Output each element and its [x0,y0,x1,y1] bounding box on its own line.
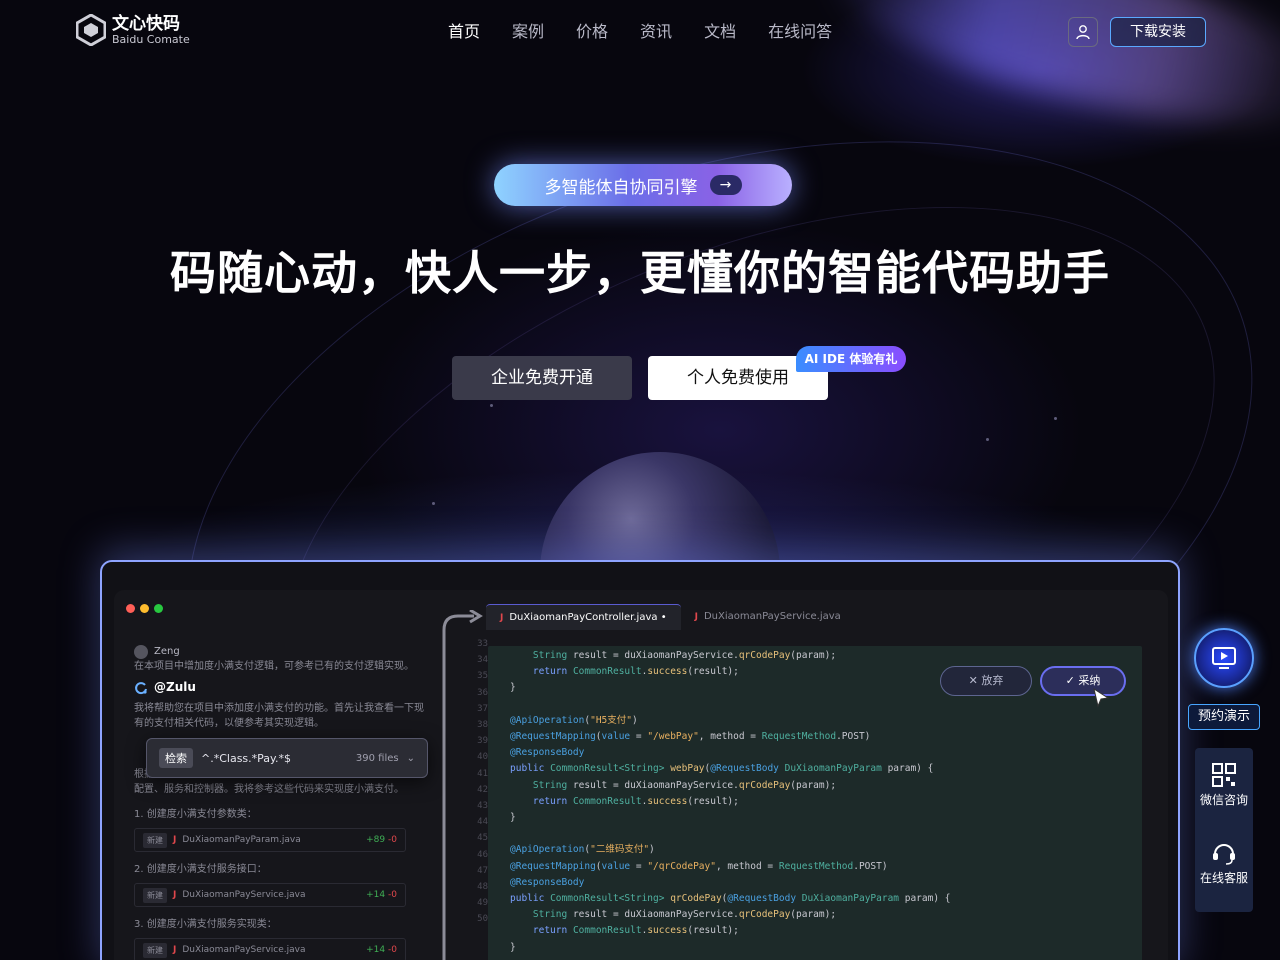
file-name: DuXiaomanPayService.java [182,944,306,955]
nav-item-docs[interactable]: 文档 [704,20,736,44]
diff-add: +14 [366,944,386,955]
flow-arrow-icon [442,610,483,960]
demo-video-button[interactable] [1194,628,1254,688]
diff-add: +14 [366,889,386,900]
java-file-icon: J [694,612,698,622]
user-icon [1076,25,1090,40]
star [432,502,435,505]
diff-del: -0 [388,889,397,900]
java-file-icon: J [500,613,504,623]
java-file-icon: J [173,944,177,955]
diff-del: -0 [388,834,397,845]
file-name: DuXiaomanPayService.java [182,889,306,900]
tab-service-java[interactable]: J DuXiaomanPayService.java [681,604,855,630]
star [490,404,493,407]
chat-user-name: Zeng [154,646,180,657]
comate-logo-icon [76,14,106,46]
contact-panel: 微信咨询 在线客服 [1195,748,1253,912]
new-file-tag: 新建 [143,832,167,848]
discard-button[interactable]: ✕ 放弃 [940,666,1032,696]
wechat-consult-item[interactable]: 微信咨询 [1195,762,1253,808]
chat-step-title: 1. 创建度小满支付参数类： [134,809,257,820]
nav-item-news[interactable]: 资讯 [640,20,672,44]
diff-stat: +14 -0 [366,943,397,958]
chevron-down-icon: ⌄ [406,752,415,764]
play-screen-icon [1212,647,1236,669]
headset-icon [1213,844,1235,865]
brand-logo[interactable]: 文心快码 Baidu Comate [76,14,190,46]
chat-agent-name: @Zulu [154,680,196,694]
tab-controller-java[interactable]: J DuXiaomanPayController.java • [486,604,681,630]
diff-stat: +14 -0 [366,888,397,903]
diff-add: +89 [366,834,386,845]
java-file-icon: J [173,834,177,845]
ai-ide-gift-badge: AI IDE 体验有礼 [796,346,906,372]
mouse-cursor-icon [1093,688,1110,708]
star [986,438,989,441]
search-query: ^.*Class.*Pay.*$ [201,751,291,765]
user-account-button[interactable] [1068,17,1098,47]
brand-name-cn: 文心快码 [112,14,180,34]
accept-button[interactable]: ✓ 采纳 [1040,666,1126,696]
chat-user-request: 在本项目中增加度小满支付逻辑，可参考已有的支付逻辑实现。 [134,661,414,672]
java-file-icon: J [173,889,177,900]
new-file-tag: 新建 [143,887,167,903]
chat-user-row: Zeng [134,644,424,659]
nav-item-home[interactable]: 首页 [448,20,480,44]
online-service-item[interactable]: 在线客服 [1195,840,1253,886]
arrow-right-icon: → [709,175,742,195]
chat-step-title: 2. 创建度小满支付服务接口： [134,864,267,875]
window-minimize-dot-icon [140,604,149,613]
file-change-row[interactable]: 新建 J DuXiaomanPayService.java +14 -0 [134,938,406,960]
qr-code-icon [1212,763,1236,787]
chat-agent-reply-1: 我将帮助您在项目中添加度小满支付的功能。首先让我查看一下现有的支付相关代码，以便… [134,703,424,729]
brand-text: 文心快码 Baidu Comate [112,14,190,46]
diff-del: -0 [388,944,397,955]
brand-name-en: Baidu Comate [112,33,190,46]
top-nav: 文心快码 Baidu Comate 首页 案例 价格 资讯 文档 在线问答 下载… [0,0,1280,64]
retrieval-tag: 检索 [159,748,193,768]
search-file-count: 390 files [355,752,399,764]
star [1054,417,1057,420]
file-name: DuXiaomanPayParam.java [182,834,301,845]
enterprise-free-button[interactable]: 企业免费开通 [452,356,632,400]
retrieval-search-popup[interactable]: 检索 ^.*Class.*Pay.*$ 390 files ⌄ [146,738,428,778]
online-service-label: 在线客服 [1199,871,1248,885]
chat-step-title: 3. 创建度小满支付服务实现类： [134,919,277,930]
tab-label: DuXiaomanPayController.java • [509,612,667,623]
new-file-tag: 新建 [143,942,167,958]
window-close-dot-icon [126,604,135,613]
avatar [134,644,148,659]
diff-stat: +89 -0 [366,833,397,848]
nav-item-qa[interactable]: 在线问答 [768,20,832,44]
wechat-consult-label: 微信咨询 [1199,793,1248,807]
download-install-button[interactable]: 下载安装 [1110,17,1206,47]
file-change-row[interactable]: 新建 J DuXiaomanPayService.java +14 -0 [134,883,406,907]
code-editor: String result = duXiaomanPayService.qrCo… [510,650,951,953]
chat-agent-row: @Zulu [134,680,424,695]
hero-headline: 码随心动，快人一步，更懂你的智能代码助手 [170,246,1110,300]
tab-label: DuXiaomanPayService.java [703,611,841,622]
zulu-agent-icon [135,681,147,694]
multi-agent-engine-pill[interactable]: 多智能体自协同引擎 → [494,164,792,206]
nav-item-cases[interactable]: 案例 [512,20,544,44]
main-menu: 首页 案例 价格 资讯 文档 在线问答 [448,20,832,44]
editor-tabs: J DuXiaomanPayController.java • J DuXiaoma… [486,604,855,630]
book-demo-button[interactable]: 预约演示 [1188,704,1260,730]
file-change-row[interactable]: 新建 J DuXiaomanPayParam.java +89 -0 [134,828,406,852]
nav-item-pricing[interactable]: 价格 [576,20,608,44]
pill-label: 多智能体自协同引擎 [544,177,698,198]
chat-panel: Zeng 在本项目中增加度小满支付逻辑，可参考已有的支付逻辑实现。 @Zulu … [134,640,424,960]
window-maximize-dot-icon [154,604,163,613]
